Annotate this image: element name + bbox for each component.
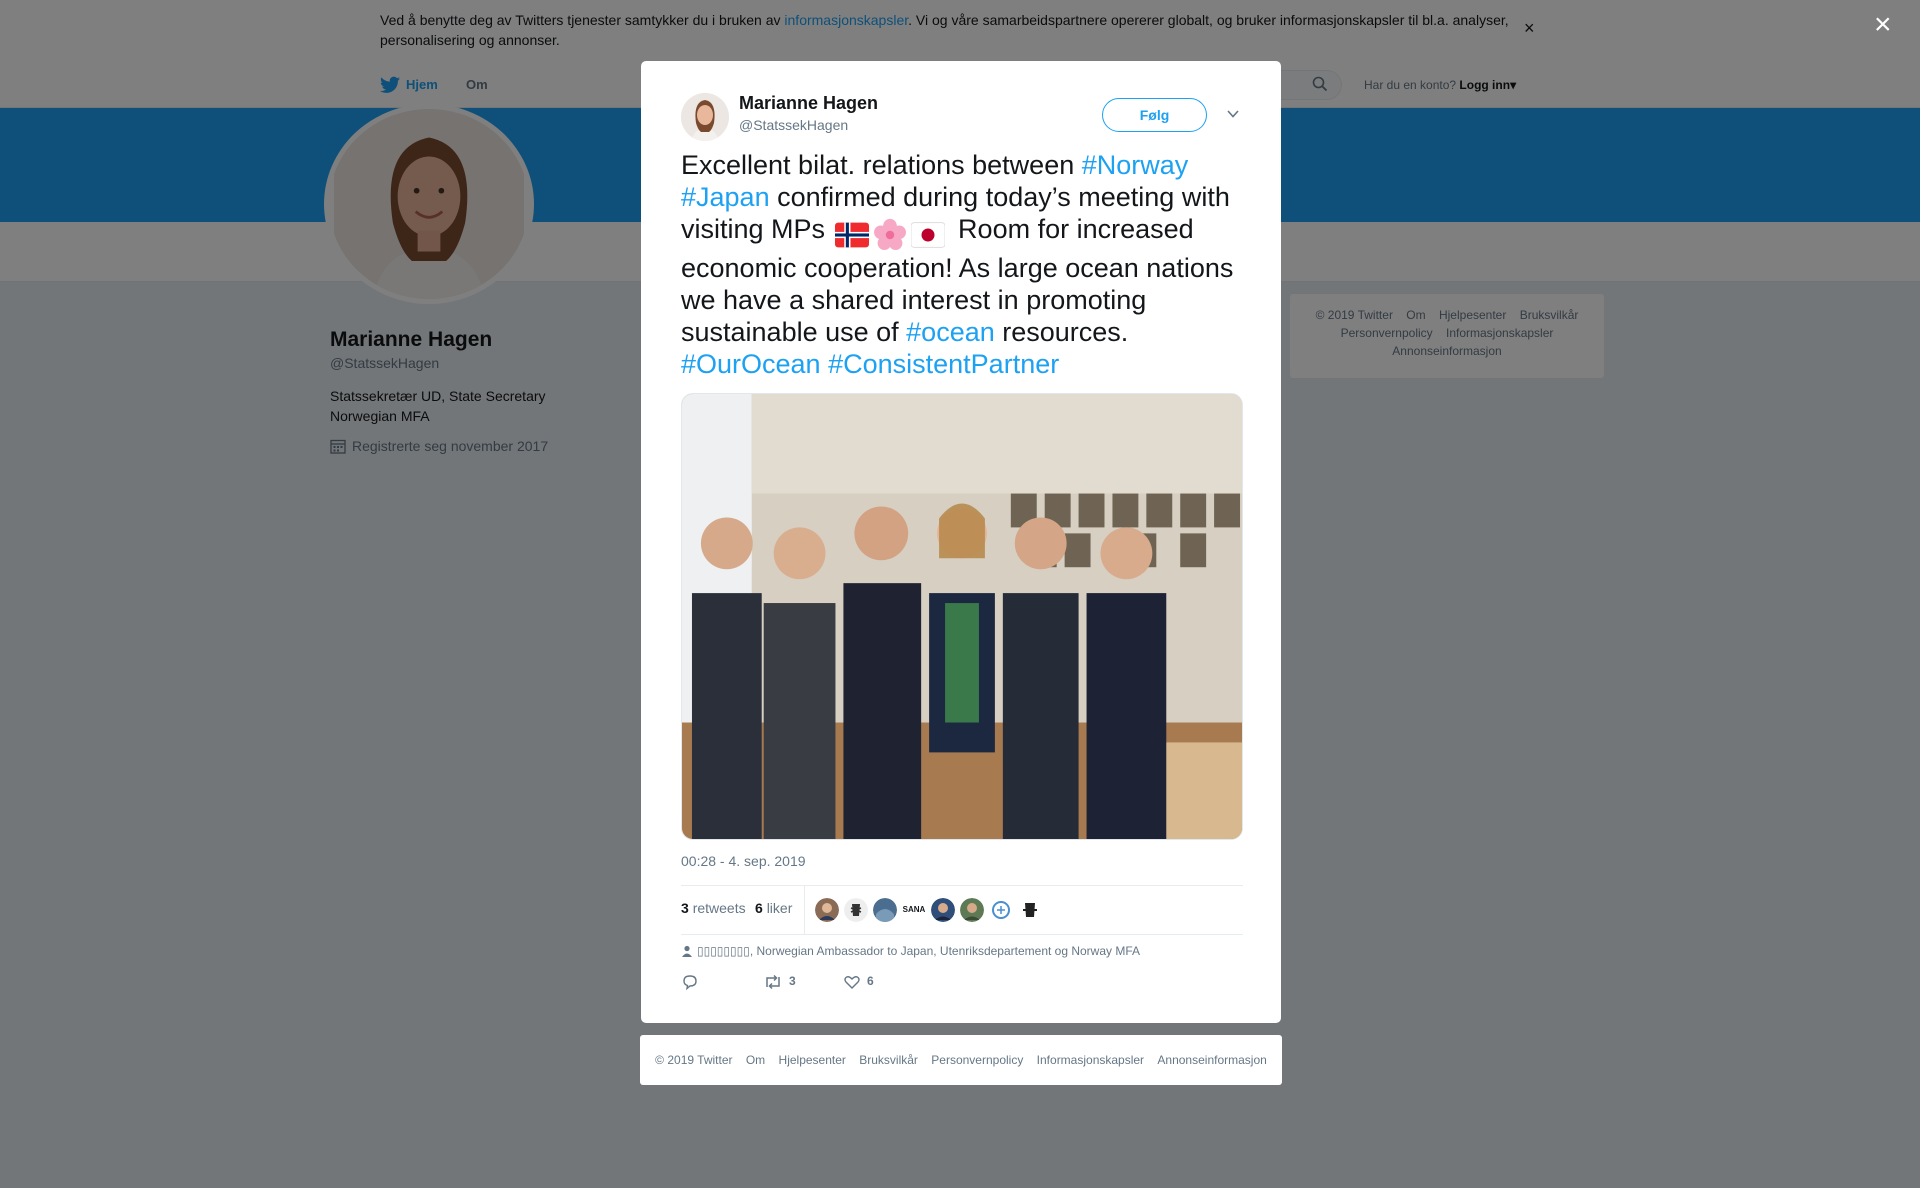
tweet-text: Excellent bilat. relations between #Norw… — [681, 149, 1241, 380]
retweets-label: retweets — [692, 900, 746, 916]
tweet-author-name[interactable]: Marianne Hagen — [739, 93, 878, 114]
reply-icon — [683, 975, 697, 991]
footer-link[interactable]: Informasjonskapsler — [1037, 1053, 1144, 1067]
follow-button[interactable]: Følg — [1102, 98, 1207, 132]
footer-link[interactable]: Om — [746, 1053, 765, 1067]
mentions-text[interactable]: ▯▯▯▯▯▯▯▯, Norwegian Ambassador to Japan,… — [697, 944, 1140, 958]
avatar[interactable] — [815, 898, 839, 922]
footer-link[interactable]: Personvernpolicy — [931, 1053, 1023, 1067]
mentioned-users: ▯▯▯▯▯▯▯▯, Norwegian Ambassador to Japan,… — [681, 944, 1140, 958]
likes-label: liker — [766, 900, 793, 916]
footer-link[interactable]: © 2019 Twitter — [655, 1053, 732, 1067]
tweet-text-part: resources. — [994, 316, 1129, 347]
avatar[interactable] — [873, 898, 897, 922]
modal-footer: © 2019 Twitter Om Hjelpesenter Bruksvilk… — [640, 1035, 1282, 1085]
emoji-group — [834, 217, 949, 252]
tweet-modal: Marianne Hagen @StatssekHagen Følg Excel… — [641, 61, 1281, 1023]
divider — [804, 886, 805, 934]
avatar[interactable] — [931, 898, 955, 922]
avatar[interactable] — [989, 898, 1013, 922]
footer-link[interactable]: Annonseinformasjon — [1157, 1053, 1266, 1067]
footer-link[interactable]: Bruksvilkår — [859, 1053, 918, 1067]
hashtag-link[interactable]: #OurOcean — [681, 349, 821, 379]
likes-count: 6 — [755, 900, 763, 916]
reply-button[interactable] — [681, 973, 705, 991]
like-count: 6 — [867, 974, 874, 989]
like-button[interactable]: 6 — [843, 973, 874, 991]
person-icon — [682, 945, 692, 957]
tweet-text-part: Excellent bilat. relations between — [681, 150, 1082, 180]
avatar[interactable] — [844, 898, 868, 922]
tweet-author-handle[interactable]: @StatssekHagen — [739, 117, 848, 133]
avatar[interactable] — [960, 898, 984, 922]
close-icon[interactable]: × — [1874, 10, 1892, 40]
avatar — [681, 93, 729, 141]
tweet-actions: 3 6 — [681, 973, 981, 997]
tweet-photo[interactable] — [681, 393, 1243, 840]
heart-icon — [844, 976, 860, 989]
chevron-down-icon[interactable] — [1226, 107, 1240, 121]
avatar[interactable]: SANA — [902, 898, 926, 922]
japan-flag-icon — [910, 222, 946, 248]
likes-stat[interactable]: 6 liker — [755, 900, 792, 916]
retweet-count: 3 — [789, 974, 796, 989]
hashtag-link[interactable]: #ConsistentPartner — [828, 349, 1059, 379]
footer-link[interactable]: Hjelpesenter — [779, 1053, 846, 1067]
retweets-stat[interactable]: 3 retweets — [681, 900, 746, 916]
avatar[interactable] — [1018, 898, 1042, 922]
hashtag-link[interactable]: #ocean — [906, 317, 995, 347]
tweet-avatar[interactable] — [681, 93, 729, 141]
hashtag-link[interactable]: #Norway — [1082, 150, 1189, 180]
retweets-count: 3 — [681, 900, 689, 916]
norway-flag-icon — [834, 222, 869, 248]
retweet-button[interactable]: 3 — [763, 973, 796, 991]
tweet-stats: 3 retweets 6 liker SANA — [681, 885, 1243, 935]
cherry-blossom-icon — [873, 218, 906, 250]
retweet-icon — [766, 974, 780, 990]
group-photo — [682, 394, 1242, 839]
hashtag-link[interactable]: #Japan — [681, 182, 770, 212]
tweet-timestamp[interactable]: 00:28 - 4. sep. 2019 — [681, 853, 806, 869]
